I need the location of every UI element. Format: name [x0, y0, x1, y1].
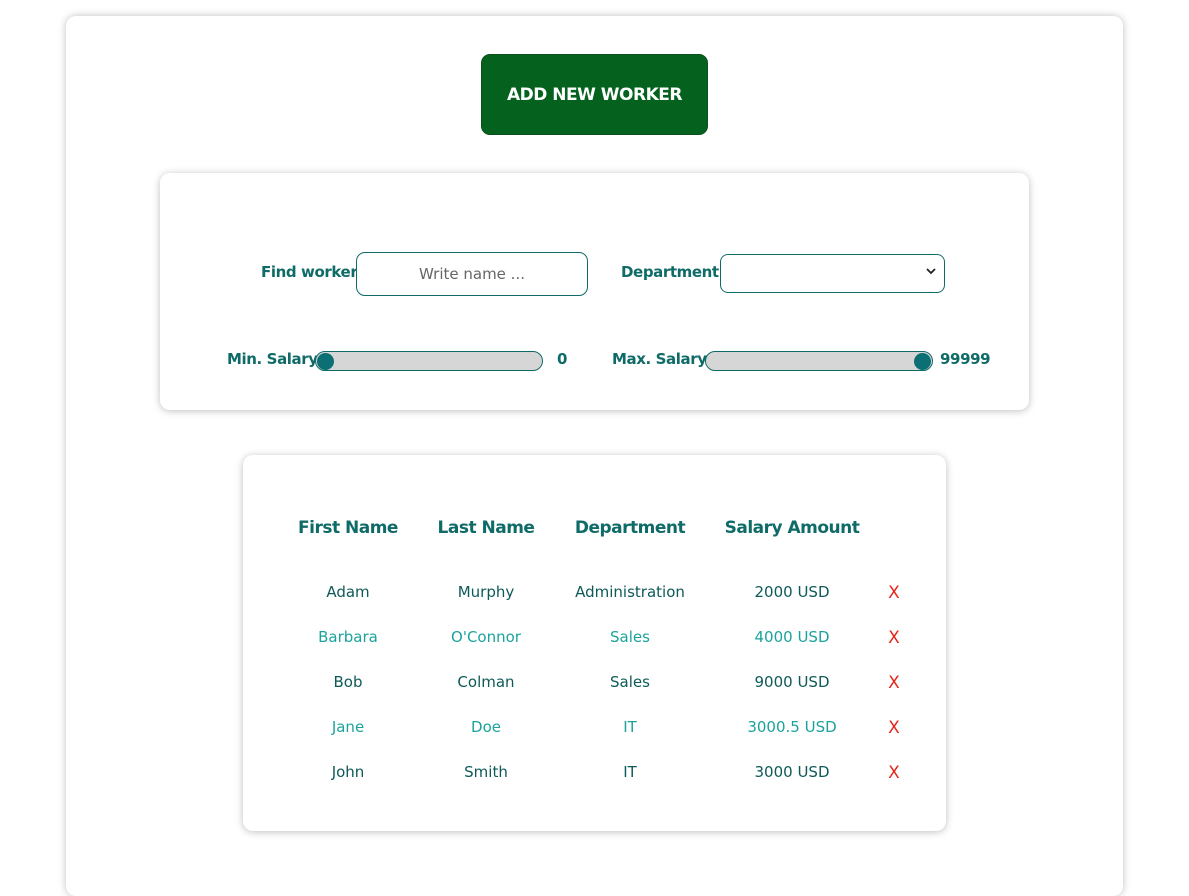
- cell-department: IT: [623, 763, 637, 781]
- cell-first-name: Bob: [333, 673, 363, 691]
- max-salary-label: Max. Salary: [612, 350, 707, 368]
- add-new-worker-button[interactable]: ADD NEW WORKER: [481, 54, 708, 135]
- delete-row-button[interactable]: X: [888, 583, 900, 603]
- cell-salary: 2000 USD: [754, 583, 830, 601]
- cell-salary: 3000 USD: [754, 763, 830, 781]
- cell-first-name: Barbara: [318, 628, 378, 646]
- max-salary-slider[interactable]: [705, 351, 933, 371]
- min-salary-slider-thumb[interactable]: [317, 353, 334, 370]
- cell-department: Administration: [575, 583, 685, 601]
- cell-salary: 9000 USD: [754, 673, 830, 691]
- column-header-salary-amount: Salary Amount: [724, 518, 860, 538]
- chevron-down-icon: [926, 268, 936, 275]
- column-header-first-name: First Name: [298, 518, 398, 538]
- delete-row-button[interactable]: X: [888, 763, 900, 783]
- column-header-department: Department: [574, 518, 686, 538]
- cell-department: Sales: [610, 673, 650, 691]
- column-header-last-name: Last Name: [437, 518, 535, 538]
- cell-last-name: Colman: [457, 673, 515, 691]
- cell-last-name: Doe: [471, 718, 501, 736]
- max-salary-slider-thumb[interactable]: [914, 353, 931, 370]
- cell-first-name: Adam: [326, 583, 370, 601]
- search-input[interactable]: [356, 252, 588, 296]
- min-salary-value: 0: [557, 350, 568, 368]
- cell-salary: 4000 USD: [754, 628, 830, 646]
- cell-department: Sales: [610, 628, 650, 646]
- cell-first-name: John: [331, 763, 365, 781]
- department-label: Department: [621, 263, 719, 281]
- min-salary-label: Min. Salary: [227, 350, 318, 368]
- cell-last-name: Smith: [464, 763, 508, 781]
- max-salary-value: 99999: [940, 350, 991, 368]
- cell-first-name: Jane: [331, 718, 365, 736]
- cell-department: IT: [623, 718, 637, 736]
- delete-row-button[interactable]: X: [888, 718, 900, 738]
- delete-row-button[interactable]: X: [888, 673, 900, 693]
- min-salary-slider[interactable]: [315, 351, 543, 371]
- cell-salary: 3000.5 USD: [747, 718, 837, 736]
- cell-last-name: O'Connor: [451, 628, 521, 646]
- cell-last-name: Murphy: [457, 583, 515, 601]
- find-worker-label: Find worker: [261, 263, 358, 281]
- delete-row-button[interactable]: X: [888, 628, 900, 648]
- department-select[interactable]: [720, 254, 945, 293]
